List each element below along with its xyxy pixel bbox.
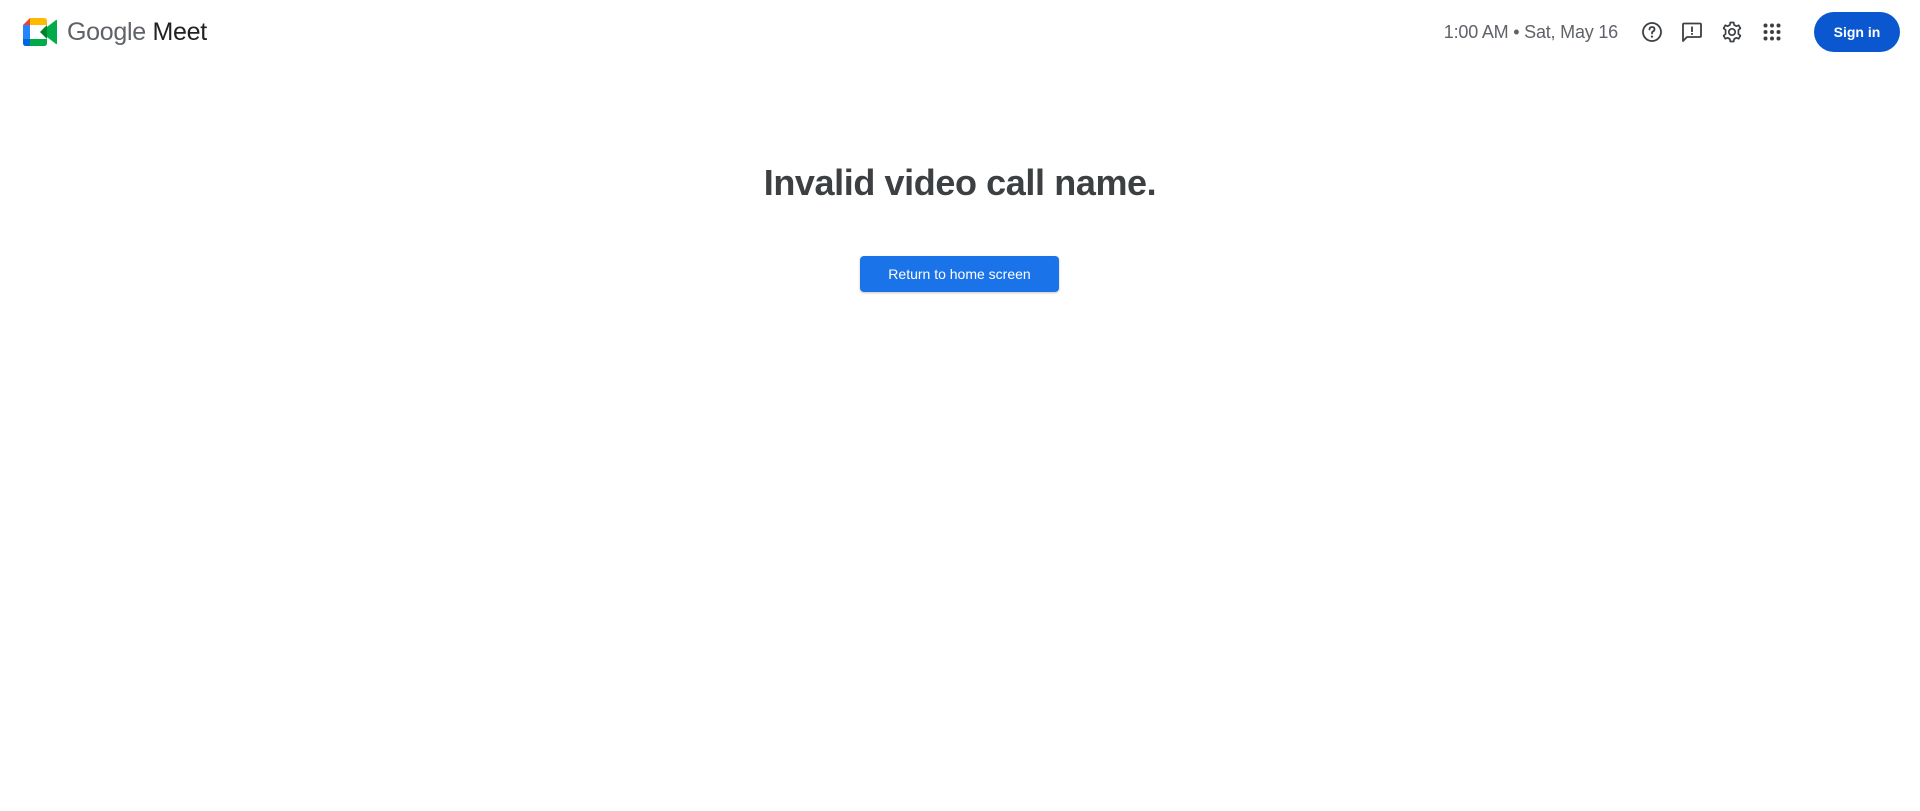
- apps-grid-icon: [1763, 23, 1781, 41]
- brand-wordmark: Google Meet: [67, 18, 207, 47]
- header-actions: 1:00 AM • Sat, May 16 Sign in: [1444, 12, 1900, 52]
- sign-in-button[interactable]: Sign in: [1814, 12, 1900, 52]
- feedback-button[interactable]: [1672, 12, 1712, 52]
- google-meet-logo-icon: [23, 18, 57, 46]
- settings-button[interactable]: [1712, 12, 1752, 52]
- top-app-bar: Google Meet 1:00 AM • Sat, May 16 Sign i…: [0, 0, 1920, 64]
- date-time: 1:00 AM • Sat, May 16: [1443, 21, 1618, 42]
- feedback-icon: [1682, 22, 1702, 42]
- apps-button[interactable]: [1752, 12, 1792, 52]
- help-icon: [1642, 22, 1662, 42]
- main-content: Invalid video call name. Return to home …: [0, 0, 1920, 811]
- brand-company: Google: [67, 17, 146, 46]
- brand[interactable]: Google Meet: [23, 18, 207, 47]
- brand-product: Meet: [152, 17, 207, 46]
- help-button[interactable]: [1632, 12, 1672, 52]
- settings-icon: [1722, 21, 1742, 43]
- return-to-home-button[interactable]: Return to home screen: [860, 256, 1059, 292]
- error-message: Invalid video call name.: [763, 162, 1157, 203]
